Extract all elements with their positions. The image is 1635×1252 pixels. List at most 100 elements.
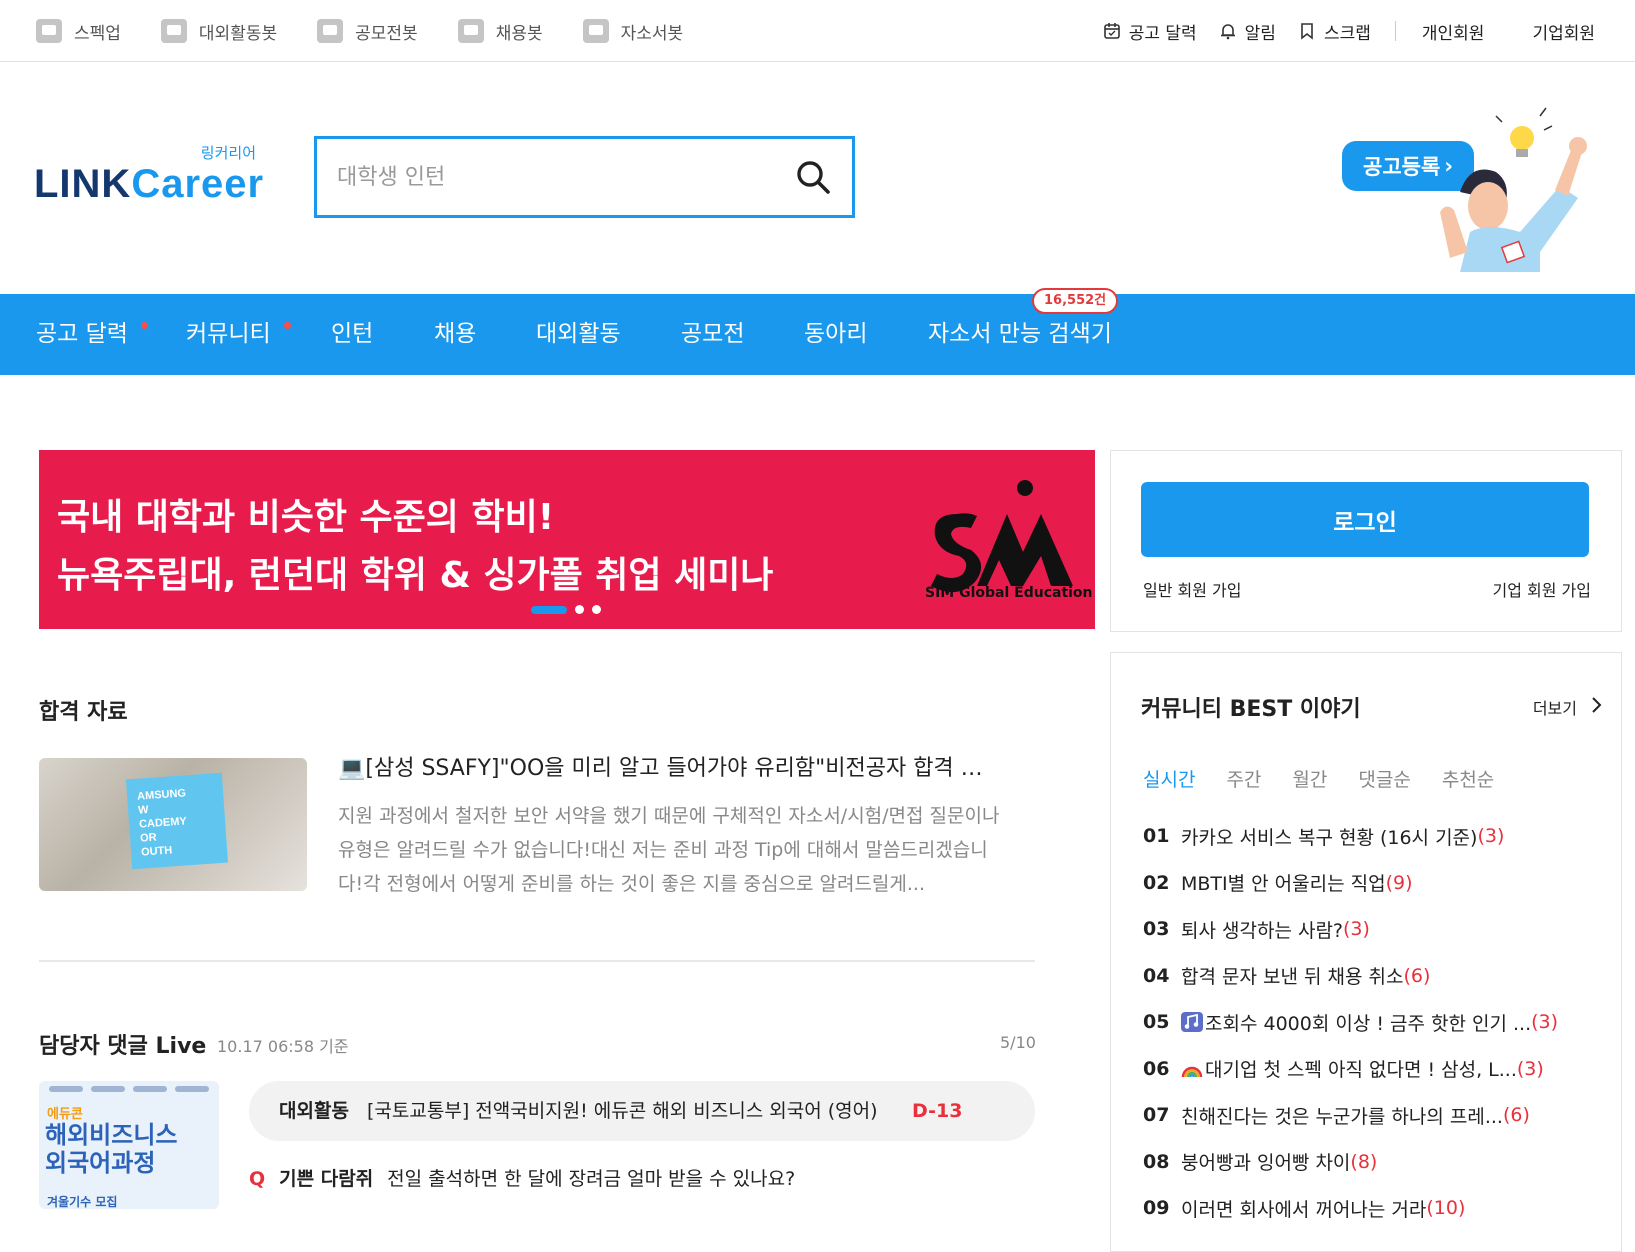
bot-label: 스펙업 bbox=[74, 23, 121, 44]
main-nav: 공고 달력 커뮤니티 인턴 채용 대외활동 공모전 동아리 자소서 만능 검색기 bbox=[0, 294, 1635, 375]
tab-recommend[interactable]: 추천순 bbox=[1442, 765, 1494, 792]
question-text: 전일 출석하면 한 달에 장려금 얼마 받을 수 있나요? bbox=[387, 1168, 796, 1190]
join-general-link[interactable]: 일반 회원 가입 bbox=[1143, 577, 1242, 601]
carousel-dot[interactable] bbox=[592, 605, 601, 614]
promo-banner[interactable]: 국내 대학과 비슷한 수준의 학비! 뉴욕주립대, 런던대 학위 & 싱가폴 취… bbox=[39, 450, 1095, 629]
chat-icon bbox=[160, 19, 187, 43]
bot-resume[interactable]: 자소서봇 bbox=[582, 19, 684, 44]
more-link[interactable]: 더보기 bbox=[1533, 695, 1577, 719]
corporate-member-link[interactable]: 기업회원 bbox=[1532, 19, 1595, 44]
bot-specup[interactable]: 스펙업 bbox=[36, 19, 121, 44]
item-title: 붕어빵과 잉어빵 차이 bbox=[1181, 1152, 1351, 1175]
logo-areer: areer bbox=[161, 162, 265, 206]
carousel-dot[interactable] bbox=[575, 605, 584, 614]
scrap-label: 스크랩 bbox=[1323, 23, 1371, 44]
community-tabs: 실시간 주간 월간 댓글순 추천순 bbox=[1143, 765, 1525, 792]
comment-count: (6) bbox=[1403, 964, 1431, 987]
thumb-text: 에듀콘 bbox=[47, 1107, 83, 1122]
calendar-icon bbox=[1103, 23, 1120, 39]
live-post-row[interactable]: 대외활동 [국토교통부] 전액국비지원! 에듀콘 해외 비즈니스 외국어 (영어… bbox=[249, 1081, 1035, 1141]
chevron-right-icon[interactable] bbox=[1589, 695, 1605, 715]
calendar-link[interactable]: 공고 달력 bbox=[1103, 19, 1197, 44]
nav-contest[interactable]: 공모전 bbox=[681, 294, 744, 375]
thumb-text: 해외비즈니스 외국어과정 bbox=[45, 1121, 177, 1177]
article-excerpt[interactable]: 지원 과정에서 철저한 보안 서약을 했기 때문에 구체적인 자소서/시험/면접… bbox=[338, 799, 1008, 901]
partner-logos bbox=[49, 1086, 209, 1094]
search-box bbox=[314, 136, 855, 218]
nav-community[interactable]: 커뮤니티 bbox=[186, 294, 271, 375]
search-icon[interactable] bbox=[794, 158, 832, 196]
thumb-text: 겨울기수 모집 bbox=[47, 1195, 118, 1209]
nav-calendar[interactable]: 공고 달력 bbox=[36, 294, 128, 375]
new-dot bbox=[141, 322, 148, 329]
rank-number: 01 bbox=[1143, 825, 1170, 848]
bot-activity[interactable]: 대외활동봇 bbox=[160, 19, 277, 44]
item-title: 대기업 첫 스펙 아직 없다면 ! 삼성, L... bbox=[1205, 1059, 1517, 1082]
bell-icon bbox=[1220, 24, 1235, 40]
thumb-text: AMSUNG bbox=[136, 787, 187, 803]
question-mark: Q bbox=[249, 1168, 266, 1190]
nav-recruit[interactable]: 채용 bbox=[434, 294, 476, 375]
thumb-line: 외국어과정 bbox=[45, 1149, 156, 1177]
bot-contest[interactable]: 공모전봇 bbox=[317, 19, 418, 44]
list-item[interactable]: 09 이러면 회사에서 꺼어나는 거라 (10) bbox=[1143, 1185, 1603, 1232]
rank-number: 02 bbox=[1143, 871, 1170, 894]
comment-count: (9) bbox=[1385, 871, 1413, 894]
article-title[interactable]: 💻[삼성 SSAFY]"OO을 미리 알고 들어가야 유리함"비전공자 합격 후… bbox=[338, 750, 998, 782]
community-title: 커뮤니티 BEST 이야기 bbox=[1141, 697, 1361, 722]
list-item[interactable]: 01 카카오 서비스 복구 현황 (16시 기준) (3) bbox=[1143, 813, 1603, 860]
logo[interactable]: 링커리어 LINKCareer bbox=[34, 142, 263, 212]
comment-count: (8) bbox=[1350, 1150, 1378, 1173]
rank-number: 03 bbox=[1143, 918, 1170, 941]
list-item[interactable]: 05 조회수 4000회 이상 ! 금주 핫한 인기 ... (3) bbox=[1143, 999, 1603, 1046]
header: 링커리어 LINKCareer 공고등록› bbox=[0, 62, 1635, 294]
nav-activity[interactable]: 대외활동 bbox=[536, 294, 621, 375]
tab-weekly[interactable]: 주간 bbox=[1226, 765, 1261, 792]
alarm-link[interactable]: 알림 bbox=[1219, 19, 1276, 44]
list-item[interactable]: 08 붕어빵과 잉어빵 차이 (8) bbox=[1143, 1139, 1603, 1186]
bookmark-icon bbox=[1301, 23, 1313, 40]
post-job-label: 공고등록 bbox=[1363, 155, 1441, 179]
community-list: 01 카카오 서비스 복구 현황 (16시 기준) (3) 02 MBTI별 안 어울… bbox=[1143, 813, 1603, 1232]
comment-count: (3) bbox=[1531, 1011, 1559, 1034]
comment-count: (3) bbox=[1477, 825, 1505, 848]
post-category: 대외활동 bbox=[279, 1100, 349, 1122]
join-corp-link[interactable]: 기업 회원 가입 bbox=[1493, 577, 1592, 601]
search-input[interactable] bbox=[337, 139, 777, 215]
nav-club[interactable]: 동아리 bbox=[804, 294, 867, 375]
login-button[interactable]: 로그인 bbox=[1141, 482, 1589, 557]
rainbow-icon bbox=[1181, 1066, 1203, 1078]
list-item[interactable]: 03 퇴사 생각하는 사람? (3) bbox=[1143, 906, 1603, 953]
bot-label: 공모전봇 bbox=[355, 23, 418, 44]
carousel-dot-active[interactable] bbox=[531, 605, 567, 614]
alarm-label: 알림 bbox=[1244, 23, 1276, 44]
logo-c: C bbox=[131, 162, 162, 206]
tab-monthly[interactable]: 월간 bbox=[1292, 765, 1327, 792]
personal-member-link[interactable]: 개인회원 bbox=[1422, 19, 1485, 44]
carousel-dots bbox=[531, 605, 609, 614]
article-thumbnail[interactable]: AMSUNG W CADEMY OR OUTH bbox=[39, 758, 307, 891]
list-item[interactable]: 02 MBTI별 안 어울리는 직업 (9) bbox=[1143, 860, 1603, 907]
rank-number: 09 bbox=[1143, 1197, 1170, 1220]
tab-realtime[interactable]: 실시간 bbox=[1143, 765, 1195, 792]
scrap-link[interactable]: 스크랩 bbox=[1298, 19, 1371, 44]
list-item[interactable]: 06 대기업 첫 스펙 아직 없다면 ! 삼성, L... (3) bbox=[1143, 1046, 1603, 1093]
ssafy-card: AMSUNG W CADEMY OR OUTH bbox=[125, 772, 229, 870]
live-thumbnail[interactable]: 에듀콘 해외비즈니스 외국어과정 겨울기수 모집 bbox=[39, 1081, 219, 1209]
bot-label: 채용봇 bbox=[495, 23, 543, 44]
comment-count: (10) bbox=[1426, 1197, 1466, 1220]
nav-intern[interactable]: 인턴 bbox=[331, 294, 373, 375]
bot-recruit[interactable]: 채용봇 bbox=[457, 19, 543, 44]
live-question[interactable]: Q 기쁜 다람쥐 전일 출석하면 한 달에 장려금 얼마 받을 수 있나요? bbox=[249, 1164, 795, 1191]
comment-count: (3) bbox=[1343, 918, 1370, 941]
list-item[interactable]: 04 합격 문자 보낸 뒤 채용 취소 (6) bbox=[1143, 953, 1603, 1000]
list-item[interactable]: 07 친해진다는 것은 누군가를 하나의 프레... (6) bbox=[1143, 1092, 1603, 1139]
comment-count: (3) bbox=[1516, 1057, 1544, 1080]
tab-comments[interactable]: 댓글순 bbox=[1358, 765, 1410, 792]
banner-line1: 국내 대학과 비슷한 수준의 학비! bbox=[57, 497, 555, 538]
logo-wordmark: LINKCareer bbox=[34, 162, 264, 207]
item-title: 조회수 4000회 이상 ! 금주 핫한 인기 ... bbox=[1205, 1012, 1532, 1035]
live-page-indicator: 5/10 bbox=[1000, 1033, 1036, 1052]
thumb-text: W bbox=[137, 803, 149, 817]
bot-label: 자소서봇 bbox=[620, 23, 684, 44]
